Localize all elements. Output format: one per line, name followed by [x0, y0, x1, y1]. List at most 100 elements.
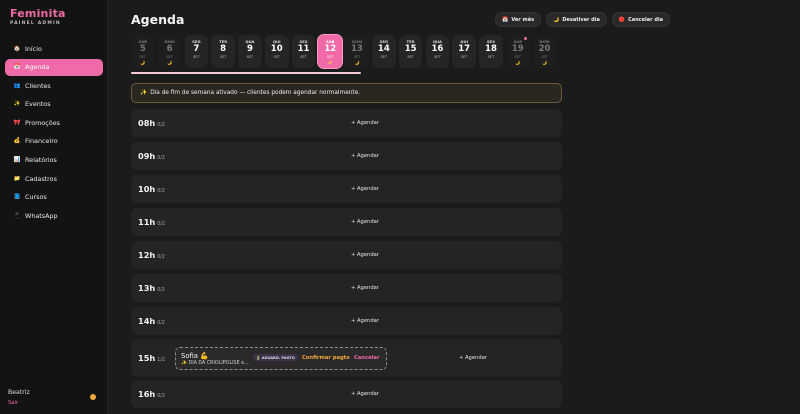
- day-card[interactable]: TER 15 SET: [398, 35, 423, 68]
- sidebar-item-label: Cadastros: [25, 174, 57, 183]
- time-slot-row: 12h 0/2 + Agendar: [131, 241, 562, 269]
- moon-icon: 🌙: [167, 59, 173, 65]
- day-month: SET: [219, 55, 227, 59]
- appointment-card[interactable]: Sofia 💪 ✨ DIA DA CRIOLIPOLISE e... ⏳ AGUAR…: [175, 347, 387, 370]
- day-month: SET: [166, 55, 173, 59]
- day-card[interactable]: SÁB 5 SET 🌙: [131, 35, 155, 68]
- status-badge: ⏳ AGUARD. PAGTO: [253, 354, 298, 361]
- slot-hour-label: 15h: [138, 353, 156, 363]
- slot-count: 0/2: [157, 321, 165, 326]
- weekend-notice: ✨ Dia de fim de semana ativado — cliente…: [131, 83, 562, 103]
- logout-link[interactable]: Sair: [8, 400, 30, 406]
- sidebar-item-label: Agenda: [25, 63, 50, 72]
- day-number: 19: [511, 44, 524, 54]
- day-card[interactable]: SEX 18 SET: [479, 35, 503, 68]
- day-month: SET: [460, 55, 468, 59]
- sidebar-item-agenda[interactable]: 📅 Agenda: [5, 58, 103, 76]
- sidebar-item-relatorios[interactable]: 📊 Relatórios: [5, 152, 103, 169]
- add-appointment-button[interactable]: + Agendar: [351, 219, 379, 225]
- add-appointment-button[interactable]: + Agendar: [459, 355, 487, 361]
- tag-icon: 🎀: [13, 119, 21, 126]
- add-appointment-button[interactable]: + Agendar: [351, 120, 379, 126]
- time-slot-row: 15h 1/2 + Agendar Sofia 💪 ✨ DIA DA CRIOLIPOL…: [131, 339, 562, 377]
- slot-count: 0/2: [157, 123, 165, 128]
- users-icon: 👥: [13, 82, 21, 89]
- day-month: SET: [300, 55, 307, 59]
- time-slot-row: 14h 0/2 + Agendar: [131, 307, 562, 335]
- cancel-appointment-button[interactable]: Cancelar: [354, 355, 379, 361]
- day-card[interactable]: SEG 14 SET: [372, 35, 396, 68]
- day-month: SET: [407, 55, 414, 59]
- slot-hour-label: 11h: [138, 217, 156, 227]
- add-appointment-button[interactable]: + Agendar: [351, 153, 379, 159]
- slot-hour: 15h 1/2: [138, 353, 165, 363]
- day-month: SET: [434, 55, 441, 59]
- add-appointment-button[interactable]: + Agendar: [351, 391, 379, 397]
- day-number: 6: [166, 44, 173, 54]
- day-number: 5: [139, 44, 146, 54]
- day-month: SET: [193, 55, 200, 59]
- day-number: 18: [485, 44, 497, 54]
- slot-hour: 16h 0/2: [138, 389, 165, 399]
- home-icon: 🏠: [13, 45, 21, 52]
- day-card[interactable]: SÁB 19 SET 🌙: [505, 35, 530, 68]
- page-title: Agenda: [131, 12, 185, 27]
- day-strip-scrollbar[interactable]: [131, 72, 361, 74]
- day-card[interactable]: SÁB 12 SET ✨: [317, 34, 344, 69]
- day-card[interactable]: TER 8 SET: [211, 35, 235, 68]
- day-card[interactable]: DOM 6 SET 🌙: [157, 35, 182, 68]
- sidebar-item-label: Relatórios: [25, 156, 57, 165]
- add-appointment-button[interactable]: + Agendar: [351, 318, 379, 324]
- slot-hour: 12h 0/2: [138, 250, 165, 260]
- sidebar-item-cursos[interactable]: 📘 Cursos: [5, 189, 103, 206]
- sidebar-item-financeiro[interactable]: 💰 Financeiro: [5, 133, 103, 150]
- button-label: Desativar dia: [562, 16, 600, 23]
- sidebar-item-eventos[interactable]: ✨ Eventos: [5, 96, 103, 113]
- calendar-icon: 📅: [502, 16, 509, 23]
- day-card[interactable]: DOM 20 SET 🌙: [532, 35, 557, 68]
- sidebar-item-whatsapp[interactable]: 📱 WhatsApp: [5, 207, 103, 224]
- cancel-day-button[interactable]: 🔴 Cancelar dia: [611, 12, 670, 27]
- day-month: SET: [326, 55, 334, 59]
- brand: Feminita PAINEL ADMIN: [10, 7, 66, 26]
- sidebar-item-promocoes[interactable]: 🎀 Promoções: [5, 114, 103, 131]
- add-appointment-button[interactable]: + Agendar: [351, 186, 379, 192]
- view-month-button[interactable]: 📅 Ver mês: [495, 12, 542, 27]
- moon-icon: 🌙: [553, 16, 560, 23]
- appointment-client: Sofia 💪: [181, 352, 209, 360]
- day-card[interactable]: SEX 11 SET: [291, 35, 316, 68]
- sidebar-item-label: Clientes: [25, 81, 51, 90]
- sidebar-item-cadastros[interactable]: 📁 Cadastros: [5, 170, 103, 187]
- sidebar-item-label: Financeiro: [25, 137, 58, 146]
- add-appointment-button[interactable]: + Agendar: [351, 285, 379, 291]
- add-appointment-button[interactable]: + Agendar: [351, 252, 379, 258]
- sidebar-item-clientes[interactable]: 👥 Clientes: [5, 77, 103, 94]
- cancel-icon: 🔴: [618, 16, 626, 23]
- time-slot-row: 11h 0/2 + Agendar: [131, 208, 562, 236]
- day-number: 17: [458, 44, 471, 54]
- slot-hour: 14h 0/2: [138, 316, 165, 326]
- day-card[interactable]: SEG 7 SET: [184, 35, 209, 68]
- day-card[interactable]: QUA 9 SET: [238, 35, 262, 68]
- sidebar-item-label: WhatsApp: [25, 211, 58, 220]
- day-card[interactable]: QUI 10 SET: [264, 35, 289, 68]
- slot-count: 0/2: [157, 255, 165, 260]
- user-block: Beatriz Sair: [8, 389, 30, 406]
- slot-count: 0/2: [157, 189, 165, 194]
- disable-day-button[interactable]: 🌙 Desativar dia: [546, 12, 607, 27]
- notice-text: Dia de fim de semana ativado — clientes …: [150, 90, 361, 96]
- sidebar-item-inicio[interactable]: 🏠 Início: [5, 40, 103, 57]
- button-label: Cancelar dia: [628, 16, 663, 23]
- slot-count: 0/2: [157, 156, 165, 161]
- day-month: SET: [514, 55, 522, 59]
- day-card[interactable]: QUI 17 SET: [452, 35, 476, 68]
- user-name: Beatriz: [8, 389, 30, 396]
- day-number: 16: [431, 44, 444, 54]
- day-card[interactable]: DOM 13 SET 🌙: [345, 35, 369, 68]
- slot-hour-label: 10h: [138, 184, 156, 194]
- day-card[interactable]: QUA 16 SET: [425, 35, 450, 68]
- slot-hour: 10h 0/2: [138, 184, 165, 194]
- slot-count: 0/2: [157, 288, 165, 293]
- slot-hour-label: 13h: [138, 283, 156, 293]
- confirm-payment-button[interactable]: Confirmar pagto: [302, 355, 350, 361]
